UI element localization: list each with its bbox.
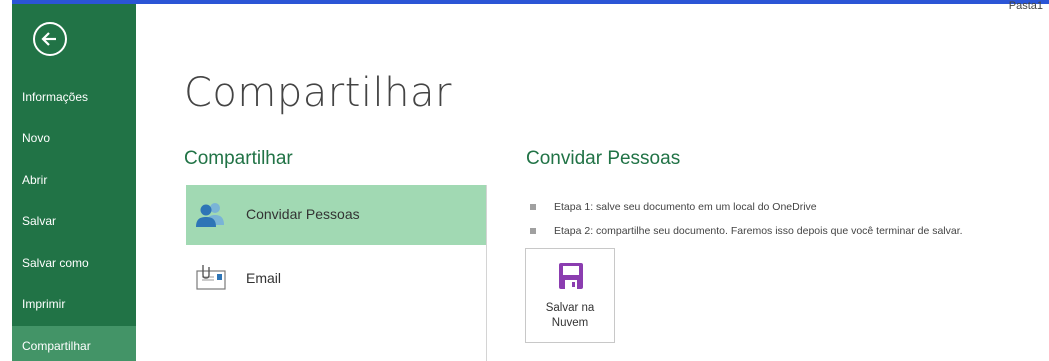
step-item: Etapa 2: compartilhe seu documento. Fare… <box>530 224 963 248</box>
backstage-sidebar: Informações Novo Abrir Salvar Salvar com… <box>12 4 136 361</box>
sidebar-item-imprimir[interactable]: Imprimir <box>12 284 136 324</box>
sidebar-item-label: Informações <box>22 90 89 104</box>
window-left-margin <box>0 0 12 361</box>
sidebar-item-novo[interactable]: Novo <box>12 118 136 158</box>
step-text: Etapa 2: compartilhe seu documento. Fare… <box>554 225 963 237</box>
share-section-title: Compartilhar <box>184 148 293 169</box>
option-convidar-pessoas[interactable]: Convidar Pessoas <box>186 185 486 245</box>
bullet-square <box>530 204 536 210</box>
invite-steps-list: Etapa 1: salve seu documento em um local… <box>530 200 963 248</box>
email-icon <box>196 265 226 290</box>
sidebar-item-informacoes[interactable]: Informações <box>12 77 136 117</box>
step-text: Etapa 1: salve seu documento em um local… <box>554 201 817 213</box>
save-to-cloud-label: Salvar na Nuvem <box>526 301 614 331</box>
sidebar-item-label: Imprimir <box>22 297 66 311</box>
sidebar-item-abrir[interactable]: Abrir <box>12 160 136 200</box>
save-to-cloud-label-line1: Salvar na <box>545 302 595 314</box>
sidebar-item-label: Novo <box>22 131 51 145</box>
panel-divider <box>486 185 487 361</box>
step-item: Etapa 1: salve seu documento em um local… <box>530 200 963 224</box>
window-top-border <box>0 0 1049 4</box>
bullet-square <box>530 228 536 234</box>
save-to-cloud-label-line2: Nuvem <box>551 317 589 329</box>
page-title: Compartilhar <box>184 70 452 116</box>
option-label: Email <box>246 270 282 286</box>
sidebar-item-compartilhar[interactable]: Compartilhar <box>12 326 136 361</box>
document-title: Pasta1 <box>1008 0 1043 12</box>
invite-panel-title: Convidar Pessoas <box>526 148 681 169</box>
option-email[interactable]: Email <box>186 249 486 309</box>
sidebar-item-label: Compartilhar <box>22 339 91 353</box>
back-button[interactable] <box>33 22 67 56</box>
sidebar-item-label: Salvar como <box>22 256 89 270</box>
sidebar-item-salvar[interactable]: Salvar <box>12 201 136 241</box>
save-disk-icon <box>559 263 583 289</box>
sidebar-item-label: Abrir <box>22 173 48 187</box>
excel-backstage-window: Pasta1 Informações Novo Abrir Salvar Sal… <box>0 0 1049 361</box>
option-label: Convidar Pessoas <box>246 206 360 222</box>
back-arrow-icon <box>41 32 56 46</box>
people-icon <box>196 203 224 227</box>
sidebar-item-salvar-como[interactable]: Salvar como <box>12 243 136 283</box>
save-to-cloud-button[interactable]: Salvar na Nuvem <box>525 248 615 343</box>
sidebar-item-label: Salvar <box>22 214 57 228</box>
